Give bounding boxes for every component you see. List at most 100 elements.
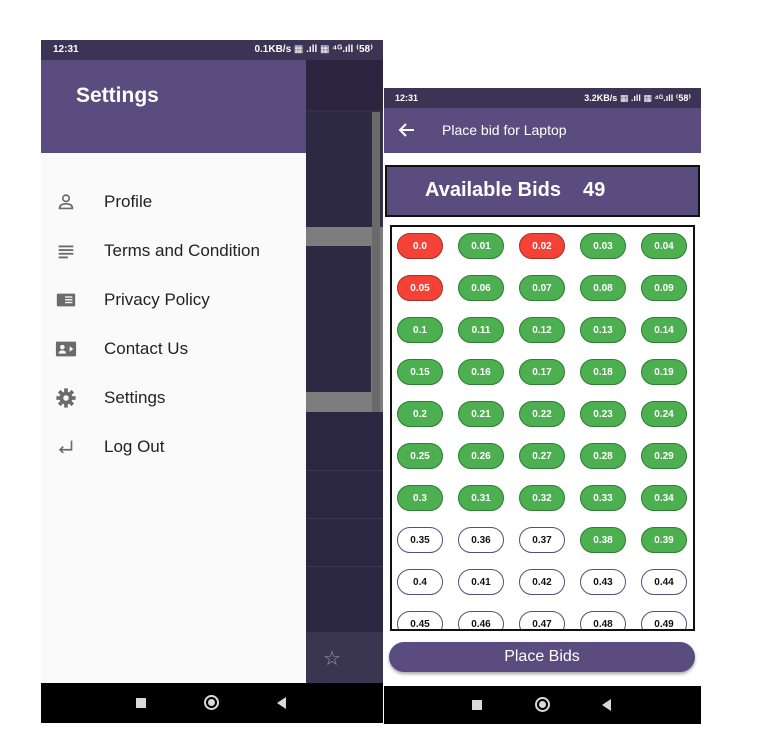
available-bids-count: 49 [583,179,606,201]
place-bids-button[interactable]: Place Bids [389,642,695,672]
bid-chip[interactable]: 0.48 [580,611,626,629]
background-card [306,112,373,227]
bid-chip[interactable]: 0.05 [397,275,443,301]
status-time: 12:31 [395,93,419,103]
bid-chip[interactable]: 0.25 [397,443,443,469]
background-app-bar [306,60,383,110]
home-icon[interactable] [204,695,219,710]
bid-chip[interactable]: 0.38 [580,527,626,553]
drawer-item-privacy[interactable]: Privacy Policy [41,281,306,321]
drawer-item-logout[interactable]: Log Out [41,428,306,468]
bid-chip[interactable]: 0.3 [397,485,443,511]
drawer-item-label: Contact Us [104,339,189,358]
background-card [306,246,371,392]
bid-chip[interactable]: 0.15 [397,359,443,385]
bid-chip[interactable]: 0.44 [641,569,687,595]
status-time: 12:31 [53,44,79,55]
background-divider [306,470,383,471]
back-nav-icon[interactable] [277,697,286,709]
recent-apps-icon[interactable] [136,698,146,708]
bid-chip[interactable]: 0.06 [458,275,504,301]
bid-chip[interactable]: 0.35 [397,527,443,553]
bid-chip[interactable]: 0.17 [519,359,565,385]
recent-apps-icon[interactable] [472,700,482,710]
bid-chip[interactable]: 0.49 [641,611,687,629]
bid-chip[interactable]: 0.11 [458,317,504,343]
right-phone-screen: 12:31 3.2KB/s ▦ .ıll ▦ ⁴ᴳ.ıll ⁽58⁾ Place… [384,88,701,724]
bid-chip[interactable]: 0.22 [519,401,565,427]
return-arrow-icon [58,440,73,454]
drawer-item-label: Settings [104,388,166,407]
star-icon[interactable]: ☆ [323,646,341,671]
drawer-item-profile[interactable]: Profile [41,183,306,223]
bid-chip[interactable]: 0.4 [397,569,443,595]
bid-chip[interactable]: 0.08 [580,275,626,301]
background-divider [306,518,383,519]
drawer-item-settings[interactable]: Settings [41,379,306,419]
bid-chip[interactable]: 0.41 [458,569,504,595]
status-bar: 12:31 0.1KB/s ▦ .ıll ▦ ⁴ᴳ.ıll ⁽58⁾ [41,40,383,60]
bid-chip[interactable]: 0.14 [641,317,687,343]
bid-chip[interactable]: 0.03 [580,233,626,259]
bid-chip[interactable]: 0.32 [519,485,565,511]
bid-chip[interactable]: 0.29 [641,443,687,469]
app-bar: Place bid for Laptop [384,108,701,153]
bid-chip[interactable]: 0.21 [458,401,504,427]
bid-chip[interactable]: 0.46 [458,611,504,629]
drawer-item-contact[interactable]: Contact Us [41,330,306,370]
bid-chip[interactable]: 0.07 [519,275,565,301]
contact-card-icon [55,341,77,357]
document-icon [56,293,76,307]
bid-chip[interactable]: 0.04 [641,233,687,259]
bid-chip[interactable]: 0.16 [458,359,504,385]
status-indicators: 3.2KB/s ▦ .ıll ▦ ⁴ᴳ.ıll ⁽58⁾ [584,93,691,103]
home-icon[interactable] [535,697,550,712]
available-bids-label: Available Bids [425,179,561,201]
bid-chip[interactable]: 0.01 [458,233,504,259]
bid-chip[interactable]: 0.43 [580,569,626,595]
bid-chip[interactable]: 0.47 [519,611,565,629]
background-divider [306,566,383,567]
bid-chip[interactable]: 0.26 [458,443,504,469]
bid-chip[interactable]: 0.12 [519,317,565,343]
bid-grid[interactable]: 0.0 0.01 0.02 0.03 0.04 0.05 0.06 0.07 0.08 0.09 0… [390,225,695,631]
back-arrow-icon[interactable] [398,120,416,140]
bid-chip[interactable]: 0.42 [519,569,565,595]
bid-chip[interactable]: 0.31 [458,485,504,511]
person-icon [58,194,74,210]
bid-chip[interactable]: 0.24 [641,401,687,427]
bid-chip[interactable]: 0.27 [519,443,565,469]
bid-chip[interactable]: 0.19 [641,359,687,385]
drawer-item-label: Terms and Condition [104,241,260,260]
drawer-header: Settings [41,60,306,153]
bid-chip[interactable]: 0.09 [641,275,687,301]
drawer-title: Settings [76,84,159,107]
bid-chip[interactable]: 0.23 [580,401,626,427]
page-title: Place bid for Laptop [442,122,567,138]
drawer-item-label: Privacy Policy [104,290,210,309]
background-list [306,412,383,632]
bid-chip[interactable]: 0.28 [580,443,626,469]
bid-chip[interactable]: 0.39 [641,527,687,553]
drawer-item-label: Log Out [104,437,165,456]
available-bids-banner: Available Bids 49 [385,165,700,217]
background-bottom-bar [306,632,383,683]
background-scrollbar [372,112,380,412]
bid-chip[interactable]: 0.02 [519,233,565,259]
bid-chip[interactable]: 0.2 [397,401,443,427]
bid-chip[interactable]: 0.37 [519,527,565,553]
bid-chip[interactable]: 0.13 [580,317,626,343]
system-nav-bar [384,686,701,724]
bid-chip[interactable]: 0.34 [641,485,687,511]
drawer-item-terms[interactable]: Terms and Condition [41,232,306,272]
status-indicators: 0.1KB/s ▦ .ıll ▦ ⁴ᴳ.ıll ⁽58⁾ [254,44,373,55]
bid-chip[interactable]: 0.18 [580,359,626,385]
bid-chip[interactable]: 0.0 [397,233,443,259]
left-phone-screen: 12:31 0.1KB/s ▦ .ıll ▦ ⁴ᴳ.ıll ⁽58⁾ ☆ Set… [41,40,383,723]
back-nav-icon[interactable] [602,699,611,711]
bid-chip[interactable]: 0.1 [397,317,443,343]
bid-chip[interactable]: 0.33 [580,485,626,511]
bid-chip[interactable]: 0.45 [397,611,443,629]
gear-icon [56,388,76,408]
bid-chip[interactable]: 0.36 [458,527,504,553]
